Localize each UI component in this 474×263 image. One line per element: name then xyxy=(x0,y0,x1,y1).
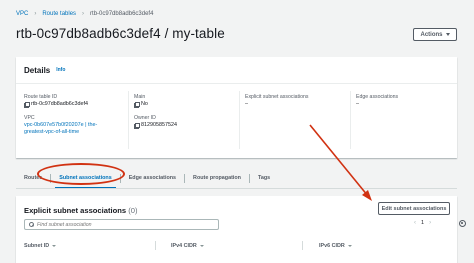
annotation-arrow xyxy=(309,124,372,201)
annotation-arrow-line xyxy=(309,124,369,197)
